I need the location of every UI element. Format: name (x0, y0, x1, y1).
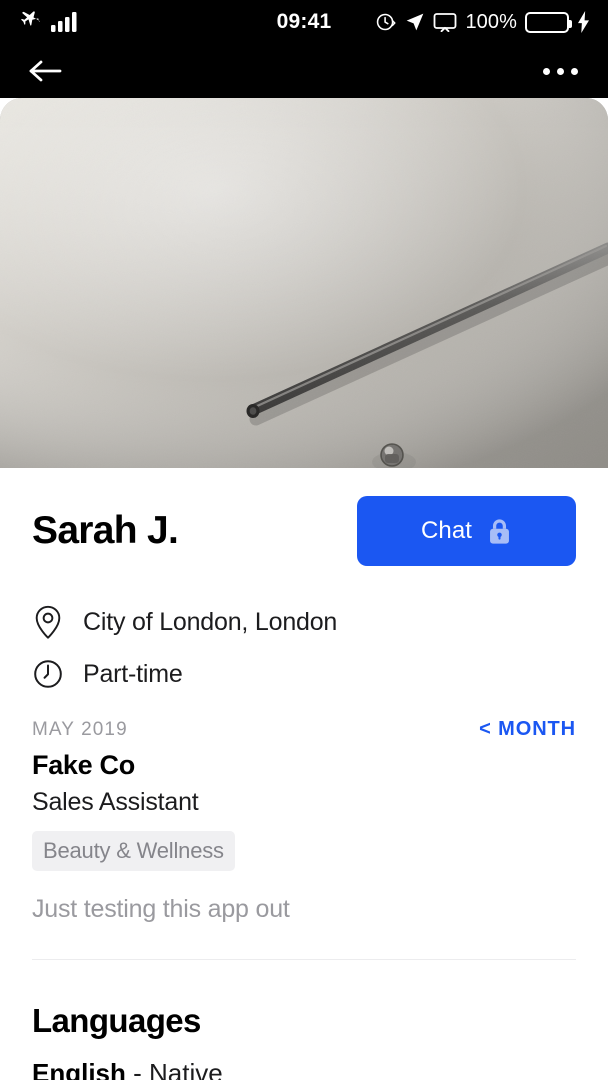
battery-icon (525, 11, 572, 33)
language-item: English - Native (32, 1058, 576, 1080)
lock-icon (490, 518, 509, 544)
more-options-icon (543, 67, 578, 75)
location-arrow-icon (407, 13, 424, 31)
back-arrow-icon (29, 60, 62, 82)
experience-date: MAY 2019 (32, 719, 128, 740)
battery-percentage: 100% (465, 10, 517, 33)
experience-note: Just testing this app out (32, 895, 290, 923)
chat-button-label: Chat (420, 517, 473, 544)
section-divider (32, 959, 576, 960)
experience-company: Fake Co (32, 750, 135, 780)
name-row: Sarah J. Chat (32, 468, 576, 566)
languages-section-title: Languages (32, 1002, 201, 1039)
experience-role: Sales Assistant (32, 788, 199, 816)
screen-mirroring-icon (434, 13, 457, 32)
navigation-bar (0, 44, 608, 98)
charging-bolt-icon (578, 11, 589, 33)
phone-screen: 09:41 100% Sarah J. Chat City of London,… (0, 0, 608, 1080)
meta-row-location: City of London, London (32, 596, 576, 648)
profile-content: Sarah J. Chat City of London, London Par… (0, 468, 608, 1080)
meta-row-availability: Part-time (32, 648, 576, 700)
availability-label: Part-time (83, 659, 183, 688)
rotation-lock-icon (377, 13, 397, 31)
experience-item: MAY 2019 < MONTH Fake Co Sales Assistant… (32, 718, 576, 924)
language-name: English (32, 1058, 126, 1080)
page-title: Sarah J. (32, 508, 179, 552)
location-label: City of London, London (83, 607, 338, 636)
profile-photo[interactable] (0, 98, 608, 468)
profile-meta-list: City of London, London Part-time (32, 596, 576, 700)
back-button[interactable] (24, 53, 66, 89)
language-separator: - (125, 1058, 150, 1080)
experience-duration-link[interactable]: < MONTH (479, 718, 576, 741)
experience-category-tag: Beauty & Wellness (32, 831, 235, 871)
status-bar: 09:41 100% (0, 0, 608, 44)
language-level: Native (149, 1058, 223, 1080)
location-pin-icon (35, 605, 61, 639)
profile-photo-image (0, 98, 608, 468)
status-bar-right: 100% (304, 11, 590, 34)
clock-icon (34, 660, 62, 688)
chat-button[interactable]: Chat (357, 496, 576, 566)
experience-header: MAY 2019 < MONTH (32, 718, 576, 741)
more-options-button[interactable] (539, 64, 582, 79)
